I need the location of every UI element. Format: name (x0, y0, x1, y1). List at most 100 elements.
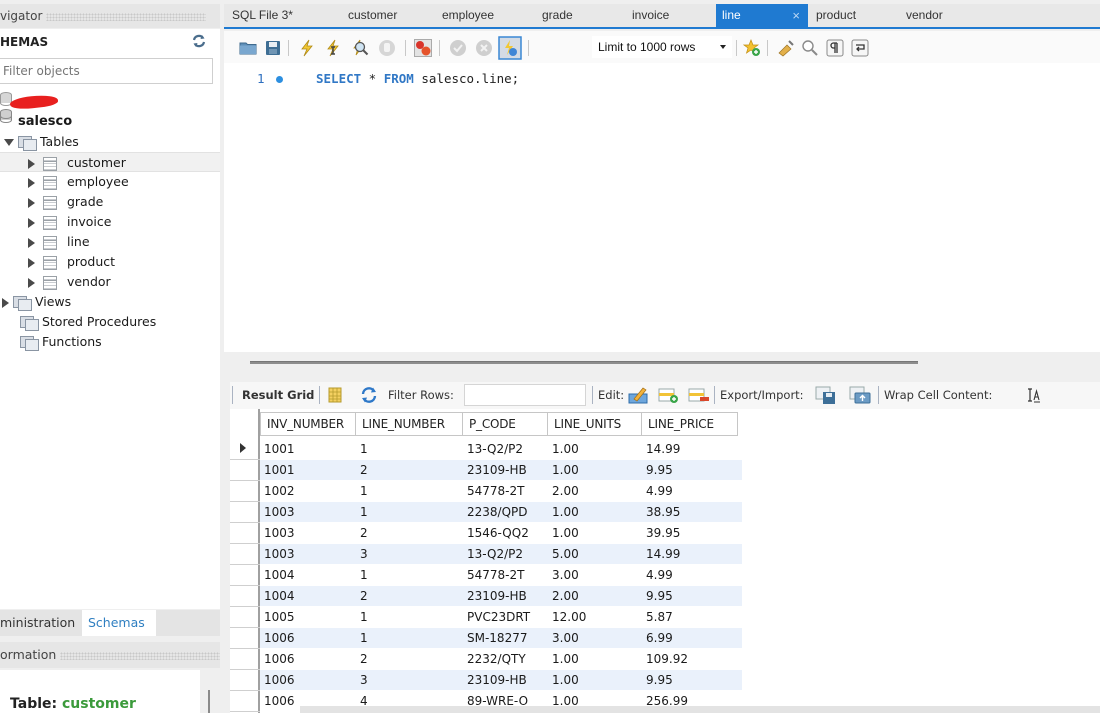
cell-inv-number[interactable]: 1004 (260, 565, 295, 585)
cell-line-price[interactable]: 14.99 (642, 439, 680, 459)
wrap-icon[interactable] (851, 39, 869, 57)
beautify-icon[interactable] (777, 39, 795, 57)
chevron-right-icon[interactable] (28, 277, 35, 288)
table-row[interactable]: 1006 2 2232/QTY 1.00 109.92 (260, 649, 742, 669)
cell-p-code[interactable]: 23109-HB (463, 670, 527, 690)
cell-line-number[interactable]: 1 (356, 481, 368, 501)
export-icon[interactable] (815, 386, 837, 404)
tab-vendor[interactable]: vendor (906, 4, 943, 27)
cell-line-price[interactable]: 6.99 (642, 628, 673, 648)
execute-icon[interactable] (298, 39, 316, 57)
import-icon[interactable] (849, 386, 871, 404)
cell-line-units[interactable]: 1.00 (548, 670, 579, 690)
cell-inv-number[interactable]: 1006 (260, 670, 295, 690)
tree-views-node[interactable]: Views (0, 292, 220, 312)
open-folder-icon[interactable] (239, 39, 257, 57)
cell-line-price[interactable]: 9.95 (642, 670, 673, 690)
chevron-right-icon[interactable] (28, 217, 35, 228)
cell-line-units[interactable]: 3.00 (548, 565, 579, 585)
table-row[interactable]: 1001 2 23109-HB 1.00 9.95 (260, 460, 742, 480)
cell-inv-number[interactable]: 1003 (260, 523, 295, 543)
cell-line-number[interactable]: 1 (356, 565, 368, 585)
cell-inv-number[interactable]: 1006 (260, 628, 295, 648)
grip-dots[interactable] (60, 651, 220, 660)
tree-table-line[interactable]: line (0, 232, 220, 252)
cell-line-number[interactable]: 1 (356, 502, 368, 522)
explain-icon[interactable] (351, 39, 369, 57)
add-row-icon[interactable] (658, 386, 680, 404)
cell-p-code[interactable]: 2238/QPD (463, 502, 528, 522)
chevron-right-icon[interactable] (28, 257, 35, 268)
cell-line-price[interactable]: 38.95 (642, 502, 680, 522)
filter-rows-input[interactable] (464, 384, 586, 406)
tree-table-product[interactable]: product (0, 252, 220, 272)
chevron-right-icon[interactable] (28, 158, 35, 169)
execute-current-icon[interactable] (324, 39, 342, 57)
cell-line-units[interactable]: 1.00 (548, 523, 579, 543)
edit-pencil-icon[interactable] (628, 386, 650, 404)
table-row[interactable]: 1003 3 13-Q2/P2 5.00 14.99 (260, 544, 742, 564)
limit-rows-select[interactable]: Limit to 1000 rows (592, 36, 732, 58)
horizontal-scrollbar[interactable] (250, 361, 918, 364)
cell-line-number[interactable]: 3 (356, 544, 368, 564)
cell-p-code[interactable]: 13-Q2/P2 (463, 439, 523, 459)
cell-line-price[interactable]: 5.87 (642, 607, 673, 627)
table-row[interactable]: 1003 1 2238/QPD 1.00 38.95 (260, 502, 742, 522)
table-row[interactable]: 1005 1 PVC23DRT 12.00 5.87 (260, 607, 742, 627)
tree-functions-node[interactable]: Functions (0, 332, 220, 352)
column-header-line-price[interactable]: LINE_PRICE (642, 412, 738, 436)
tree-table-vendor[interactable]: vendor (0, 272, 220, 292)
cell-p-code[interactable]: 54778-2T (463, 565, 524, 585)
grid-horizontal-scrollbar[interactable] (300, 706, 1100, 713)
cell-line-units[interactable]: 1.00 (548, 649, 579, 669)
cell-line-number[interactable]: 2 (356, 649, 368, 669)
invisible-chars-icon[interactable] (826, 39, 844, 57)
cell-inv-number[interactable]: 1001 (260, 439, 295, 459)
refresh-icon[interactable] (360, 386, 378, 404)
filter-objects-input[interactable] (0, 58, 213, 84)
tree-table-customer[interactable]: customer (0, 152, 220, 172)
chevron-right-icon[interactable] (28, 197, 35, 208)
cell-inv-number[interactable]: 1002 (260, 481, 295, 501)
editor-results-splitter[interactable] (224, 352, 1100, 378)
stop-icon[interactable] (378, 39, 396, 57)
cell-line-units[interactable]: 3.00 (548, 628, 579, 648)
save-icon[interactable] (264, 39, 282, 57)
tree-table-invoice[interactable]: invoice (0, 212, 220, 232)
result-grid-tab[interactable]: Result Grid (242, 388, 314, 402)
tree-table-grade[interactable]: grade (0, 192, 220, 212)
tab-customer[interactable]: customer (348, 4, 397, 27)
chevron-right-icon[interactable] (28, 177, 35, 188)
table-row[interactable]: 1004 2 23109-HB 2.00 9.95 (260, 586, 742, 606)
cell-line-number[interactable]: 1 (356, 607, 368, 627)
cell-p-code[interactable]: PVC23DRT (463, 607, 530, 627)
cell-line-units[interactable]: 1.00 (548, 502, 579, 522)
table-row[interactable]: 1002 1 54778-2T 2.00 4.99 (260, 481, 742, 501)
tab-sql-file-3[interactable]: SQL File 3* (232, 4, 293, 27)
tab-grade[interactable]: grade (542, 4, 573, 27)
cell-line-price[interactable]: 14.99 (642, 544, 680, 564)
chevron-right-icon[interactable] (2, 297, 9, 308)
cell-inv-number[interactable]: 1004 (260, 586, 295, 606)
cell-line-units[interactable]: 1.00 (548, 439, 579, 459)
find-icon[interactable] (801, 39, 819, 57)
cell-line-price[interactable]: 109.92 (642, 649, 688, 669)
tree-stored-procedures-node[interactable]: Stored Procedures (0, 312, 220, 332)
table-row[interactable]: 1006 1 SM-18277 3.00 6.99 (260, 628, 742, 648)
cell-p-code[interactable]: 2232/QTY (463, 649, 526, 669)
rollback-icon[interactable] (475, 39, 493, 57)
cell-p-code[interactable]: 1546-QQ2 (463, 523, 529, 543)
column-header-inv-number[interactable]: INV_NUMBER (260, 412, 356, 436)
chevron-down-icon[interactable] (4, 139, 14, 146)
column-header-line-number[interactable]: LINE_NUMBER (356, 412, 463, 436)
cell-line-number[interactable]: 3 (356, 670, 368, 690)
info-scrollbar[interactable] (208, 690, 210, 713)
tab-invoice[interactable]: invoice (632, 4, 669, 27)
table-row[interactable]: 1003 2 1546-QQ2 1.00 39.95 (260, 523, 742, 543)
tree-table-employee[interactable]: employee (0, 172, 220, 192)
grid-layout-icon[interactable] (326, 386, 344, 404)
table-row[interactable]: 1004 1 54778-2T 3.00 4.99 (260, 565, 742, 585)
cell-line-units[interactable]: 5.00 (548, 544, 579, 564)
cell-line-number[interactable]: 2 (356, 586, 368, 606)
cell-inv-number[interactable]: 1005 (260, 607, 295, 627)
